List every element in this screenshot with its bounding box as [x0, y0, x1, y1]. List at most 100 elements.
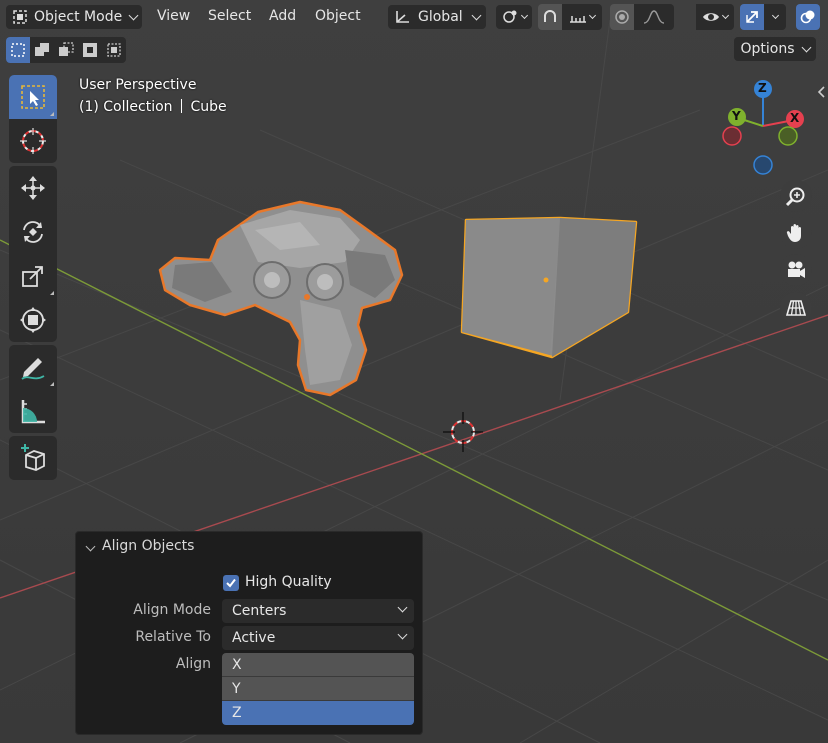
select-invert-icon: [83, 43, 97, 57]
align-label: Align: [175, 656, 211, 672]
tool-select-box[interactable]: [9, 75, 57, 119]
chevron-down-icon: [128, 10, 139, 21]
proportional-group: [610, 4, 674, 30]
proportional-edit-icon: [615, 10, 629, 24]
chevron-down-icon: [397, 629, 408, 640]
hand-pan-icon: [786, 224, 801, 242]
select-new-icon: [11, 43, 25, 57]
tool-cursor[interactable]: [9, 119, 57, 163]
grid-ortho-icon: [785, 300, 807, 316]
rotate-icon: [23, 221, 43, 243]
relative-to-dropdown[interactable]: Active: [222, 626, 414, 650]
relative-to-value: Active: [232, 630, 276, 646]
mode-dropdown[interactable]: Object Mode: [6, 5, 142, 29]
select-mode-group: [6, 37, 126, 63]
tool-add-cube[interactable]: [9, 436, 57, 480]
align-mode-value: Centers: [232, 603, 287, 619]
select-extend-icon: [35, 43, 49, 56]
chevron-down-icon: [771, 11, 779, 20]
select-subtract-button[interactable]: [54, 37, 78, 63]
align-axis-z[interactable]: Z: [222, 701, 414, 725]
gizmo-z-label: Z: [758, 81, 767, 95]
high-quality-label[interactable]: High Quality: [245, 574, 332, 590]
camera-icon: [788, 261, 805, 278]
high-quality-checkbox[interactable]: [223, 575, 239, 591]
snapping-group: [538, 4, 602, 30]
visibility-dropdown[interactable]: [696, 4, 734, 30]
overlays-toggle[interactable]: [796, 4, 820, 30]
falloff-dropdown[interactable]: [634, 4, 674, 30]
chevron-down-icon[interactable]: [85, 541, 96, 552]
move-icon: [21, 176, 45, 200]
toolbar-group-4: [9, 436, 57, 480]
menu-object[interactable]: Object: [315, 8, 361, 24]
ortho-toggle-button[interactable]: [780, 292, 812, 324]
magnet-icon: [544, 10, 556, 22]
chevron-down-icon: [471, 10, 482, 21]
orientation-dropdown[interactable]: Global: [388, 5, 486, 29]
collection-label: (1) Collection: [79, 99, 173, 115]
gizmo-group: [740, 4, 786, 30]
options-label: Options: [740, 41, 795, 57]
panel-title[interactable]: Align Objects: [102, 538, 194, 554]
align-mode-dropdown[interactable]: Centers: [222, 599, 414, 623]
select-new-button[interactable]: [6, 37, 30, 63]
measure-icon: [21, 400, 45, 424]
snap-toggle[interactable]: [538, 4, 562, 30]
separator: [180, 99, 182, 113]
snap-target-dropdown[interactable]: [562, 4, 602, 30]
chevron-down-icon: [397, 602, 408, 613]
collection-info: (1) Collection Cube: [79, 99, 227, 115]
pivot-point-icon: [503, 10, 517, 23]
scale-icon: [22, 266, 43, 287]
select-intersect-icon: [107, 43, 121, 57]
object-mode-icon: [13, 10, 27, 24]
pivot-dropdown[interactable]: [496, 5, 532, 29]
zoom-button[interactable]: [780, 180, 812, 212]
falloff-curve-icon: [643, 10, 665, 24]
select-subtract-icon: [59, 42, 74, 56]
chevron-down-icon: [588, 11, 597, 20]
menu-add[interactable]: Add: [269, 8, 296, 24]
pan-button[interactable]: [780, 217, 812, 249]
gizmo-dropdown[interactable]: [764, 4, 786, 30]
zoom-icon: [785, 187, 805, 207]
align-axis-y[interactable]: Y: [222, 677, 414, 701]
visibility-group: [696, 4, 734, 30]
tool-annotate[interactable]: [9, 345, 57, 389]
toolbar-group-3: [9, 345, 57, 433]
snap-increment-icon: [570, 16, 586, 23]
checkmark-icon: [226, 578, 236, 588]
proportional-edit-toggle[interactable]: [610, 4, 634, 30]
align-mode-label: Align Mode: [133, 602, 211, 618]
toolbar-group-2: [9, 166, 57, 342]
select-extend-button[interactable]: [30, 37, 54, 63]
tool-measure[interactable]: [9, 389, 57, 433]
menu-select[interactable]: Select: [208, 8, 251, 24]
options-dropdown[interactable]: Options: [734, 37, 816, 61]
chevron-down-icon: [520, 11, 529, 20]
tool-scale[interactable]: [9, 254, 57, 298]
sidebar-toggle-icon[interactable]: [817, 85, 827, 99]
select-box-icon: [21, 85, 45, 109]
tool-rotate[interactable]: [9, 210, 57, 254]
align-objects-panel: Align Objects High Quality Align Mode Ce…: [75, 531, 423, 735]
align-axis-x[interactable]: X: [222, 653, 414, 677]
gizmo-toggle[interactable]: [740, 4, 764, 30]
menu-view[interactable]: View: [157, 8, 190, 24]
annotate-icon: [21, 358, 45, 380]
axis-orientation-icon: [396, 11, 409, 23]
select-intersect-button[interactable]: [102, 37, 126, 63]
relative-to-label: Relative To: [135, 629, 211, 645]
gizmo-x-label: X: [790, 111, 800, 125]
eye-icon: [703, 13, 719, 21]
tool-move[interactable]: [9, 166, 57, 210]
camera-view-button[interactable]: [780, 254, 812, 286]
tool-transform[interactable]: [9, 298, 57, 342]
viewport-header: Object Mode View Select Add Object Globa…: [0, 0, 828, 34]
overlay-group: [796, 4, 820, 30]
tool-options-indicator: [50, 291, 54, 295]
orientation-label: Global: [418, 9, 463, 25]
select-invert-button[interactable]: [78, 37, 102, 63]
view-name: User Perspective: [79, 77, 197, 93]
